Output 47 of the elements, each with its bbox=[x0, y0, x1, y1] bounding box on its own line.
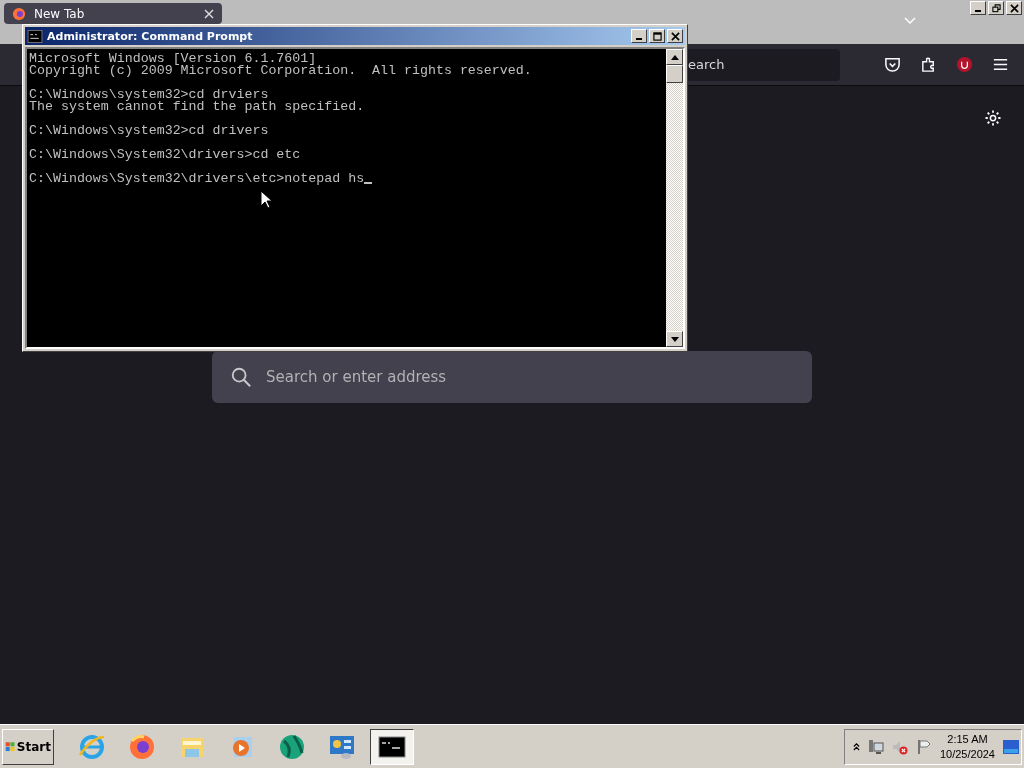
browser-icon bbox=[78, 732, 106, 761]
fox-logo-icon bbox=[12, 6, 26, 21]
console-line: C:\Windows\system32>cd drivers bbox=[29, 125, 269, 137]
puzzle-icon[interactable] bbox=[920, 56, 937, 73]
menu-icon[interactable] bbox=[992, 56, 1009, 73]
taskbar-button[interactable] bbox=[370, 728, 414, 765]
chevron-up-icon[interactable] bbox=[852, 742, 860, 751]
scrollbar[interactable] bbox=[666, 49, 683, 347]
tab-title: New Tab bbox=[34, 6, 86, 21]
minimize-button[interactable] bbox=[970, 1, 986, 15]
text-cursor bbox=[364, 182, 373, 184]
fox-browser-icon bbox=[128, 732, 156, 761]
console-icon bbox=[27, 29, 43, 43]
browser-tab[interactable]: New Tab bbox=[4, 3, 222, 24]
close-icon[interactable] bbox=[204, 8, 214, 19]
console-line: Copyright (c) 2009 Microsoft Corporation. All rights reserved. bbox=[29, 65, 532, 77]
scroll-thumb[interactable] bbox=[666, 65, 683, 83]
console-line: C:\Windows\system32>cd drviers bbox=[29, 89, 269, 101]
search-icon bbox=[230, 366, 252, 388]
minimize-icon bbox=[975, 10, 981, 12]
address-field[interactable]: earch bbox=[686, 48, 840, 81]
clock-time: 2:15 AM bbox=[947, 731, 988, 747]
mouse-pointer-icon bbox=[260, 190, 272, 209]
maximize-button[interactable] bbox=[649, 29, 665, 43]
minimize-button[interactable] bbox=[631, 29, 647, 43]
console-line: C:\Windows\System32\drivers>cd etc bbox=[29, 149, 301, 161]
scroll-up-icon[interactable] bbox=[670, 54, 679, 60]
clock-date: 10/25/2024 bbox=[939, 746, 995, 762]
minimize-icon bbox=[636, 38, 642, 40]
show-desktop-icon[interactable] bbox=[1003, 739, 1019, 754]
pocket-icon[interactable] bbox=[884, 56, 901, 73]
close-button[interactable] bbox=[667, 29, 683, 43]
console-line: Microsoft Windows [Version 6.1.7601] bbox=[29, 53, 317, 65]
restore-button[interactable] bbox=[988, 1, 1004, 15]
address-input[interactable]: earch bbox=[686, 57, 828, 72]
search-input[interactable]: Search or enter address bbox=[264, 367, 768, 387]
network-icon[interactable] bbox=[867, 738, 884, 755]
console-line: The system cannot find the path specified. bbox=[29, 101, 365, 113]
close-button[interactable] bbox=[1006, 1, 1022, 15]
console-line: C:\Windows\System32\drivers\etc>notepad hs bbox=[29, 173, 365, 185]
globe-icon bbox=[278, 732, 306, 761]
search-field[interactable]: Search or enter address bbox=[212, 351, 812, 403]
window-title: Administrator: Command Prompt bbox=[47, 29, 254, 43]
flag-icon[interactable] bbox=[915, 738, 932, 755]
scroll-down-icon[interactable] bbox=[670, 336, 679, 342]
start-button[interactable]: Start bbox=[2, 728, 54, 765]
shield-badge-icon[interactable] bbox=[956, 56, 973, 73]
